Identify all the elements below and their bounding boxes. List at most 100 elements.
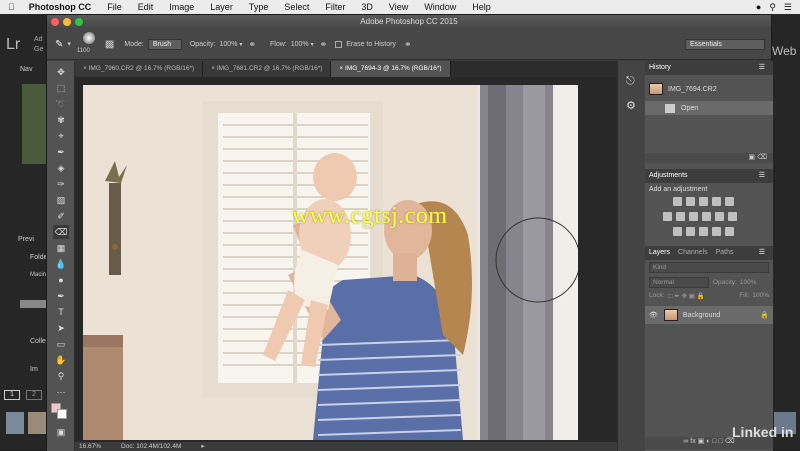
invert-icon[interactable] <box>673 227 682 236</box>
lr-folder-row[interactable] <box>20 300 48 308</box>
menu-app-name[interactable]: Photoshop CC <box>23 2 100 12</box>
gradient-map-icon[interactable] <box>712 227 721 236</box>
link-layers-icon[interactable]: ∞ <box>683 438 688 445</box>
minimize-window-button[interactable] <box>63 18 71 26</box>
quick-select-tool-icon[interactable]: ✾ <box>53 113 69 127</box>
crop-tool-icon[interactable]: ⌖ <box>53 129 69 143</box>
layer-name[interactable]: Background <box>683 312 720 319</box>
brush-preset-picker[interactable]: 1100 <box>77 30 101 58</box>
adjustments-panel-title[interactable]: Adjustments <box>649 169 688 183</box>
selective-color-icon[interactable] <box>725 227 734 236</box>
lr-filmstrip-2[interactable]: 2 <box>26 390 42 400</box>
brush-tool-icon[interactable]: ✑ <box>53 177 69 191</box>
eraser-tool-icon[interactable]: ✎ <box>55 39 63 50</box>
eyedropper-tool-icon[interactable]: ✒ <box>53 145 69 159</box>
dodge-tool-icon[interactable]: ● <box>53 273 69 287</box>
panel-menu-icon[interactable]: ☰ <box>759 246 765 260</box>
menu-edit[interactable]: Edit <box>130 2 162 12</box>
lr-collections[interactable]: Colle <box>30 338 46 345</box>
hue-saturation-icon[interactable] <box>663 212 672 221</box>
tab-layers[interactable]: Layers <box>649 246 670 260</box>
background-color-swatch[interactable] <box>57 409 67 419</box>
lr-film-thumb[interactable] <box>28 412 46 434</box>
opacity-value[interactable]: 100% <box>220 41 238 48</box>
history-panel-title[interactable]: History <box>649 61 671 75</box>
brush-panel-icon[interactable]: ▩ <box>105 39 114 50</box>
dropdown-arrow-icon[interactable]: ▾ <box>67 40 71 48</box>
vibrance-icon[interactable] <box>725 197 734 206</box>
menu-filter[interactable]: Filter <box>317 2 353 12</box>
menu-window[interactable]: Window <box>416 2 464 12</box>
flow-value[interactable]: 100% <box>291 41 309 48</box>
panel-menu-icon[interactable]: ☰ <box>759 169 765 183</box>
lr-web-module[interactable]: Web <box>772 44 796 58</box>
move-tool-icon[interactable]: ✥ <box>53 65 69 79</box>
clone-stamp-tool-icon[interactable]: ▨ <box>53 193 69 207</box>
blend-mode-select[interactable]: Normal <box>649 277 709 288</box>
exposure-icon[interactable] <box>712 197 721 206</box>
menu-layer[interactable]: Layer <box>202 2 241 12</box>
lr-folders[interactable]: Folde <box>30 254 48 261</box>
close-window-button[interactable] <box>51 18 59 26</box>
erase-to-history-checkbox[interactable] <box>335 40 343 48</box>
channel-mixer-icon[interactable] <box>715 212 724 221</box>
document-image[interactable] <box>83 85 578 440</box>
levels-icon[interactable] <box>686 197 695 206</box>
path-select-tool-icon[interactable]: ➤ <box>53 321 69 335</box>
list-icon[interactable]: ☰ <box>784 2 792 13</box>
zoom-tool-icon[interactable]: ⚲ <box>53 369 69 383</box>
opacity-dropdown-icon[interactable]: ▾ <box>239 41 242 48</box>
new-layer-icon[interactable]: □ <box>719 438 723 445</box>
tab-img-7960[interactable]: × IMG_7960.CR2 @ 16.7% (RGB/16*) <box>75 61 204 77</box>
black-white-icon[interactable] <box>689 212 698 221</box>
tab-channels[interactable]: Channels <box>678 246 708 260</box>
lasso-tool-icon[interactable]: ➰ <box>53 97 69 111</box>
lr-filmstrip-1[interactable]: 1 <box>4 390 20 400</box>
curves-icon[interactable] <box>699 197 708 206</box>
type-tool-icon[interactable]: T <box>53 305 69 319</box>
pen-tool-icon[interactable]: ✒ <box>53 289 69 303</box>
new-adjustment-icon[interactable]: ◐ <box>706 438 710 445</box>
history-state-open[interactable]: Open <box>645 101 773 115</box>
fill-value[interactable]: 100% <box>752 292 769 300</box>
history-panel-icon[interactable]: ⎋ <box>626 75 635 88</box>
pressure-opacity-icon[interactable]: ⚭ <box>248 39 256 50</box>
lock-icons[interactable]: □ ✒ ✥ ▣ 🔒 <box>669 292 705 300</box>
lr-import[interactable]: Im <box>30 366 38 373</box>
lr-navigator[interactable]: Nav <box>20 66 32 73</box>
hand-tool-icon[interactable]: ✋ <box>53 353 69 367</box>
gradient-tool-icon[interactable]: ▦ <box>53 241 69 255</box>
mode-select[interactable]: Brush <box>147 38 182 50</box>
zoom-window-button[interactable] <box>75 18 83 26</box>
blur-tool-icon[interactable]: 💧 <box>53 257 69 271</box>
trash-icon[interactable]: ⌫ <box>757 154 767 161</box>
fx-icon[interactable]: fx <box>690 438 695 445</box>
rectangle-tool-icon[interactable]: ▭ <box>53 337 69 351</box>
brightness-contrast-icon[interactable] <box>673 197 682 206</box>
flow-dropdown-icon[interactable]: ▾ <box>311 41 314 48</box>
airbrush-icon[interactable]: ⚭ <box>320 39 328 50</box>
menu-file[interactable]: File <box>99 2 130 12</box>
menu-view[interactable]: View <box>381 2 416 12</box>
workspace-select[interactable]: Essentials <box>685 38 765 50</box>
color-balance-icon[interactable] <box>676 212 685 221</box>
tab-paths[interactable]: Paths <box>716 246 734 260</box>
menu-image[interactable]: Image <box>161 2 202 12</box>
pressure-size-icon[interactable]: ⚭ <box>404 39 412 50</box>
menu-3d[interactable]: 3D <box>353 2 381 12</box>
tab-img-7681[interactable]: × IMG_7681.CR2 @ 16.7% (RGB/16*) <box>203 61 332 77</box>
layer-opacity-value[interactable]: 100% <box>740 275 757 290</box>
menu-help[interactable]: Help <box>464 2 499 12</box>
eraser-tool-icon[interactable]: ⌫ <box>53 225 69 239</box>
properties-panel-icon[interactable]: ⚙ <box>626 99 636 112</box>
threshold-icon[interactable] <box>699 227 708 236</box>
eye-icon[interactable]: 👁 <box>649 311 658 319</box>
marquee-tool-icon[interactable]: ⬚ <box>53 81 69 95</box>
apple-icon[interactable]:  <box>0 2 23 12</box>
photo-filter-icon[interactable] <box>702 212 711 221</box>
layer-filter-kind[interactable]: Kind <box>649 262 769 273</box>
canvas-area[interactable] <box>75 77 617 442</box>
lr-preview[interactable]: Previ <box>18 236 34 243</box>
camera-icon[interactable]: ▣ <box>749 154 756 161</box>
new-group-icon[interactable]: □ <box>712 438 716 445</box>
